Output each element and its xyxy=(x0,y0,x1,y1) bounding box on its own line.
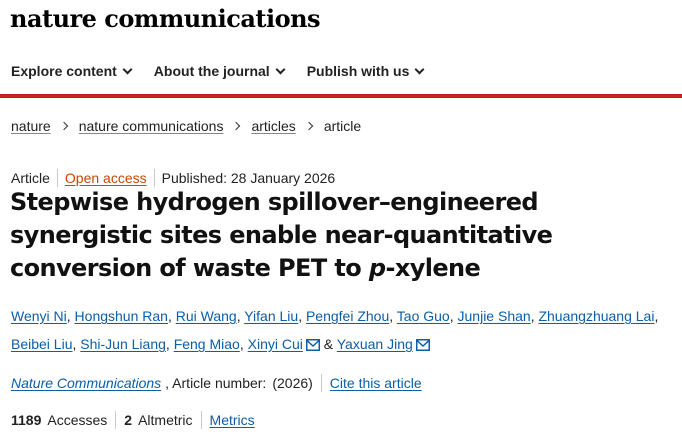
altmetric-count: 2 xyxy=(124,412,133,428)
accesses-label: Accesses xyxy=(47,412,108,428)
article-type: Article xyxy=(11,170,50,186)
chevron-right-icon xyxy=(59,121,68,131)
author-link[interactable]: Shi-Jun Liang xyxy=(80,336,166,352)
author-link[interactable]: Beibei Liu xyxy=(11,336,73,352)
author-link[interactable]: Pengfei Zhou xyxy=(306,308,389,324)
author-link[interactable]: Hongshun Ran xyxy=(75,308,168,324)
main-nav: Explore content About the journal Publis… xyxy=(0,58,682,84)
journal-logo[interactable]: nature communications xyxy=(10,4,321,33)
mail-icon[interactable] xyxy=(415,339,430,351)
author-list: Wenyi Ni, Hongshun Ran, Rui Wang, Yifan … xyxy=(11,308,659,352)
cite-this-article-link[interactable]: Cite this article xyxy=(330,375,422,391)
meta-divider xyxy=(56,169,58,187)
nav-about-journal[interactable]: About the journal xyxy=(153,63,286,79)
metrics-link[interactable]: Metrics xyxy=(210,412,255,428)
article-year: (2026) xyxy=(272,375,313,391)
chevron-right-icon xyxy=(232,121,241,131)
breadcrumb-nature-communications[interactable]: nature communications xyxy=(79,118,224,134)
chevron-down-icon xyxy=(414,64,425,74)
citation-line: Nature Communications , Article number: … xyxy=(11,374,422,392)
chevron-down-icon xyxy=(122,64,133,74)
published-date: Published: 28 January 2026 xyxy=(161,170,336,186)
author-link[interactable]: Wenyi Ni xyxy=(11,308,67,324)
breadcrumb-articles[interactable]: articles xyxy=(251,118,295,134)
mail-icon[interactable] xyxy=(305,339,320,351)
breadcrumb-current: article xyxy=(323,118,362,134)
author-link[interactable]: Feng Miao xyxy=(174,336,240,352)
nav-publish-with-us[interactable]: Publish with us xyxy=(306,63,425,79)
article-title: Stepwise hydrogen spillover–engineered s… xyxy=(10,188,553,282)
author-link[interactable]: Tao Guo xyxy=(397,308,450,324)
chevron-down-icon xyxy=(275,64,286,74)
nav-item-label: About the journal xyxy=(153,63,270,79)
chevron-right-icon xyxy=(304,121,314,131)
author-conjunction: & xyxy=(323,336,334,352)
author-link[interactable]: Yaxuan Jing xyxy=(337,336,413,352)
meta-divider xyxy=(153,169,155,187)
article-meta: Article Open access Published: 28 Januar… xyxy=(11,169,335,187)
breadcrumb: nature nature communications articles ar… xyxy=(11,118,361,134)
citation-divider xyxy=(320,374,322,392)
metrics-divider xyxy=(115,411,117,429)
author-link[interactable]: Rui Wang xyxy=(176,308,237,324)
author-link[interactable]: Xinyi Cui xyxy=(248,336,303,352)
author-link[interactable]: Zhuangzhuang Lai xyxy=(538,308,654,324)
nav-item-label: Publish with us xyxy=(306,63,410,79)
breadcrumb-nature[interactable]: nature xyxy=(11,118,51,134)
open-access-link[interactable]: Open access xyxy=(65,170,147,186)
article-number-label: , Article number: xyxy=(165,375,267,391)
altmetric-label: Altmetric xyxy=(138,412,193,428)
author-link[interactable]: Yifan Liu xyxy=(244,308,298,324)
header-divider xyxy=(0,94,682,98)
author-link[interactable]: Junjie Shan xyxy=(458,308,531,324)
accesses-count: 1189 xyxy=(11,412,42,428)
journal-link[interactable]: Nature Communications xyxy=(11,375,161,391)
article-metrics: 1189 Accesses 2 Altmetric Metrics xyxy=(11,411,255,429)
nav-item-label: Explore content xyxy=(11,63,117,79)
nav-explore-content[interactable]: Explore content xyxy=(11,63,133,79)
metrics-divider xyxy=(200,411,202,429)
